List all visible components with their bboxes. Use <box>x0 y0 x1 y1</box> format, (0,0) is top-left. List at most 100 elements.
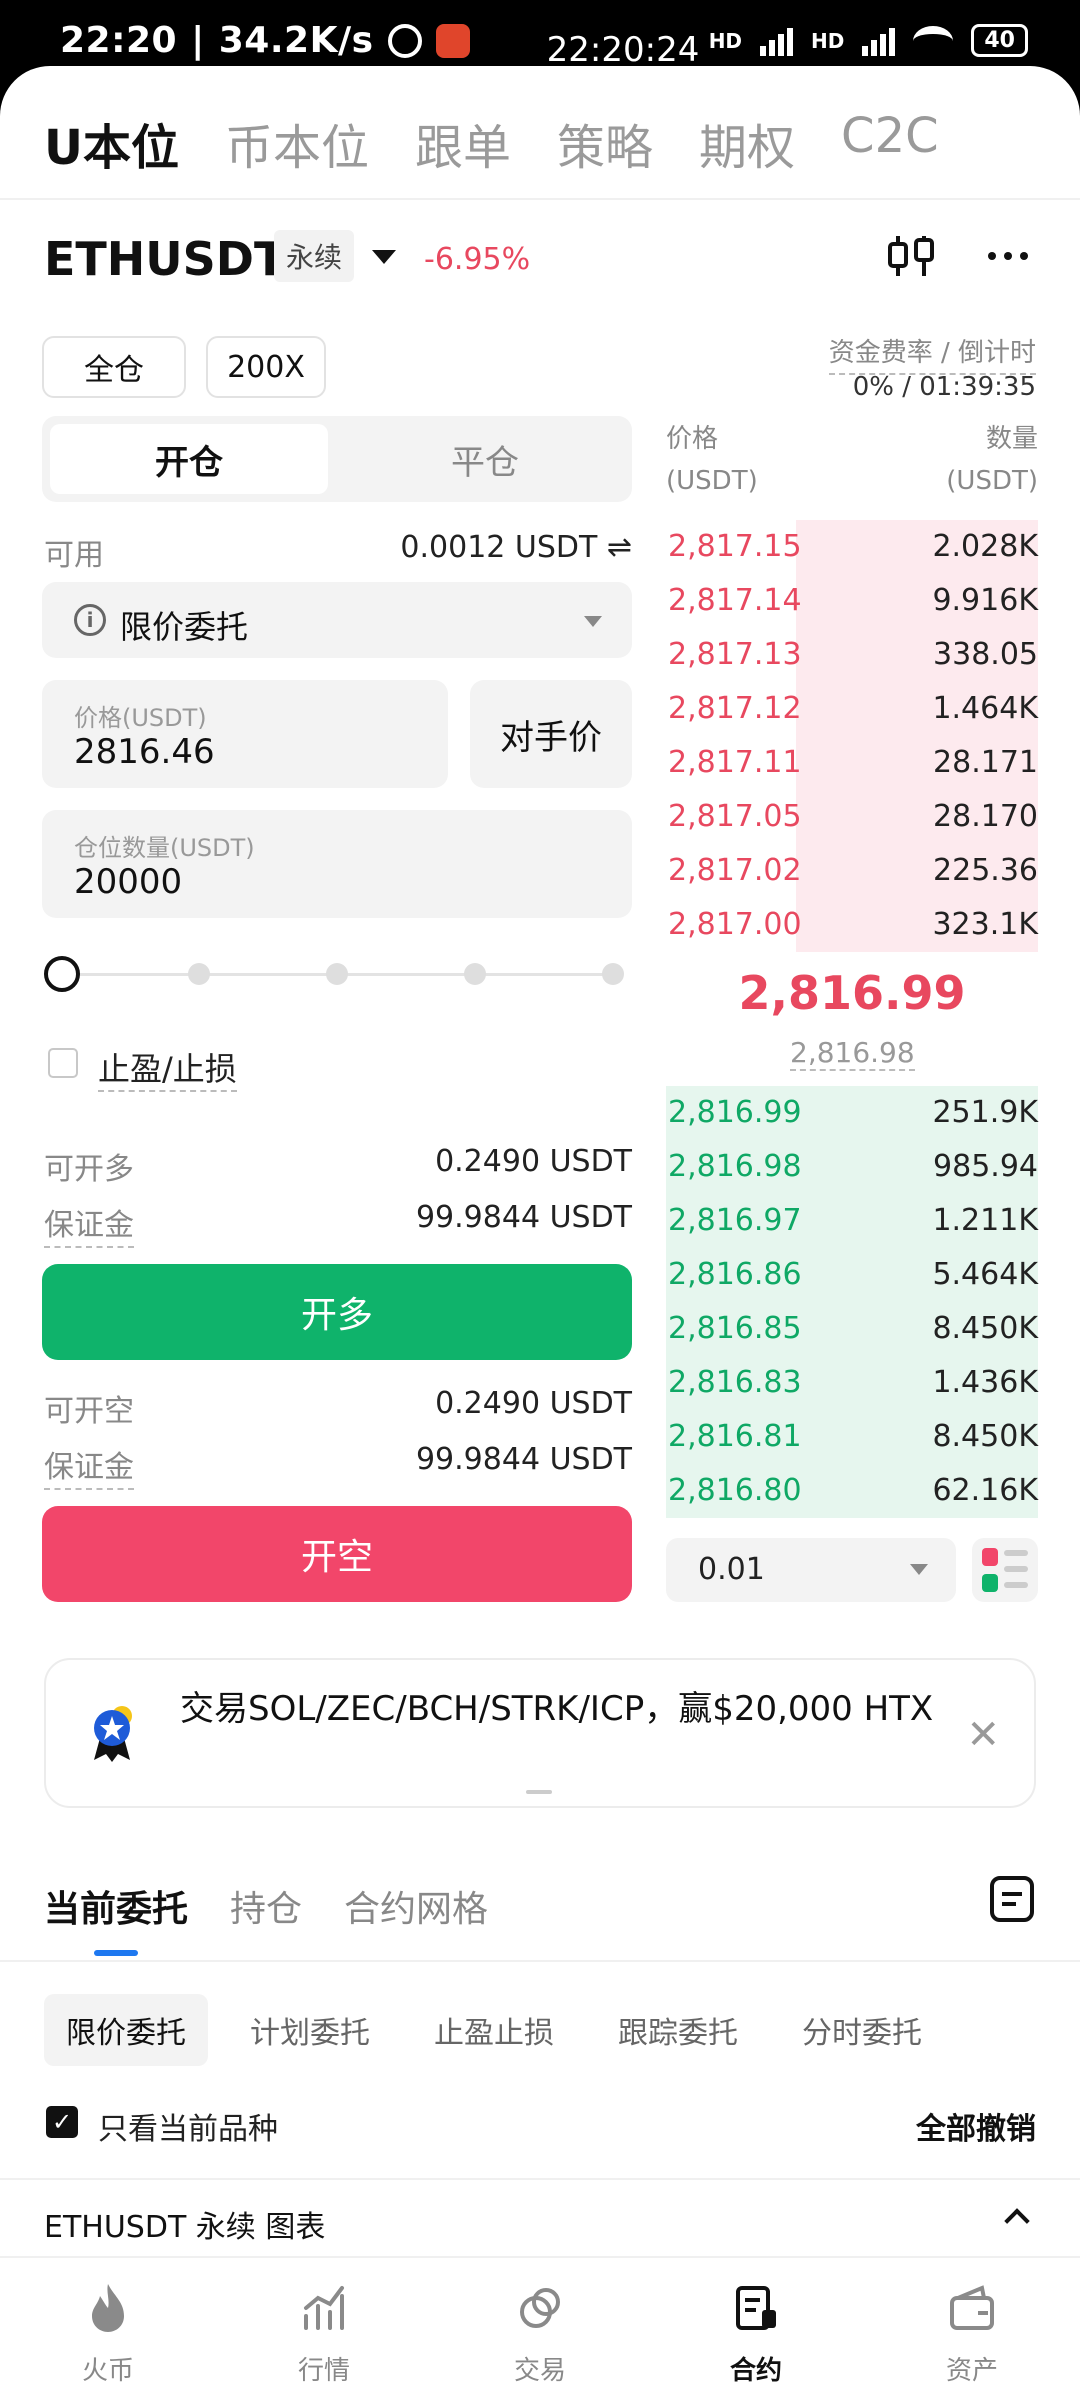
ask-row[interactable]: 2,817.15 2.028K <box>666 520 1038 574</box>
filter-plan-orders[interactable]: 计划委托 <box>228 1994 392 2066</box>
bid-price: 2,816.85 <box>668 1311 802 1346</box>
depth-step-select[interactable]: 0.01 <box>666 1538 956 1602</box>
top-tab-copy-trade[interactable]: 跟单 <box>415 108 511 178</box>
more-options-icon[interactable] <box>988 252 1028 260</box>
candlestick-chart-icon[interactable] <box>886 234 936 278</box>
network-hd-label: HD <box>708 28 743 53</box>
quantity-field-label: 仓位数量(USDT) <box>74 834 255 862</box>
filter-limit-orders[interactable]: 限价委托 <box>44 1994 208 2066</box>
filter-tpsl-orders[interactable]: 止盈止损 <box>412 1994 576 2066</box>
ask-row[interactable]: 2,817.13 338.05 <box>666 628 1038 682</box>
nav-trade[interactable]: 交易 <box>432 2258 648 2400</box>
bid-row[interactable]: 2,816.99 251.9K <box>666 1086 1038 1140</box>
orderbook-qty-unit: (USDT) <box>946 466 1038 496</box>
tab-current-orders[interactable]: 当前委托 <box>44 1880 188 1932</box>
slider-step-75[interactable] <box>464 963 486 985</box>
quantity-input[interactable] <box>74 862 434 902</box>
open-long-button[interactable]: 开多 <box>42 1264 632 1360</box>
price-field[interactable]: 价格(USDT) <box>42 680 448 788</box>
bid-row[interactable]: 2,816.81 8.450K <box>666 1410 1038 1464</box>
slider-step-50[interactable] <box>326 963 348 985</box>
only-current-label[interactable]: 只看当前品种 <box>98 2104 278 2148</box>
nav-assets[interactable]: 资产 <box>864 2258 1080 2400</box>
bid-row[interactable]: 2,816.86 5.464K <box>666 1248 1038 1302</box>
ask-row[interactable]: 2,817.00 323.1K <box>666 898 1038 952</box>
orderbook-price-unit: (USDT) <box>666 466 758 496</box>
bid-quantity: 985.94 <box>933 1149 1038 1184</box>
funding-rate-label[interactable]: 资金费率 / 倒计时 <box>828 332 1036 375</box>
bid-quantity: 251.9K <box>932 1095 1038 1130</box>
filter-twap-orders[interactable]: 分时委托 <box>780 1994 944 2066</box>
ask-row[interactable]: 2,817.14 9.916K <box>666 574 1038 628</box>
chevron-up-icon[interactable] <box>1004 2208 1030 2234</box>
promo-banner[interactable]: 交易SOL/ZEC/BCH/STRK/ICP，赢$20,000 HTX ✕ <box>44 1658 1036 1808</box>
ask-row[interactable]: 2,817.02 225.36 <box>666 844 1038 898</box>
counterparty-price-button[interactable]: 对手价 <box>470 680 632 788</box>
symbol-name[interactable]: ETHUSDT <box>44 232 285 286</box>
margin-mode-button[interactable]: 全仓 <box>42 336 186 398</box>
quantity-field[interactable]: 仓位数量(USDT) <box>42 810 632 918</box>
bid-row[interactable]: 2,816.97 1.211K <box>666 1194 1038 1248</box>
top-tab-strategy[interactable]: 策略 <box>557 108 653 178</box>
quantity-slider-handle[interactable] <box>44 956 80 992</box>
ask-price: 2,817.05 <box>668 799 802 834</box>
short-margin-label[interactable]: 保证金 <box>44 1442 134 1490</box>
nav-futures[interactable]: 合约 <box>648 2258 864 2400</box>
tpsl-checkbox[interactable] <box>48 1048 78 1078</box>
tab-open-position[interactable]: 开仓 <box>50 424 328 494</box>
tab-close-position[interactable]: 平仓 <box>346 424 624 494</box>
ask-price: 2,817.13 <box>668 637 802 672</box>
alarm-icon <box>387 23 422 58</box>
bid-row[interactable]: 2,816.83 1.436K <box>666 1356 1038 1410</box>
top-tab-coin-margin[interactable]: 币本位 <box>225 108 369 178</box>
long-margin-label[interactable]: 保证金 <box>44 1200 134 1248</box>
nav-markets[interactable]: 行情 <box>216 2258 432 2400</box>
top-tab-c2c[interactable]: C2C <box>841 108 939 178</box>
ask-quantity: 338.05 <box>933 637 1038 672</box>
tab-contract-grid[interactable]: 合约网格 <box>344 1880 488 1932</box>
tab-positions[interactable]: 持仓 <box>230 1880 302 1932</box>
ask-quantity: 28.171 <box>933 745 1038 780</box>
slider-step-100[interactable] <box>602 963 624 985</box>
bid-row[interactable]: 2,816.80 62.16K <box>666 1464 1038 1518</box>
open-short-button[interactable]: 开空 <box>42 1506 632 1602</box>
perpetual-tag: 永续 <box>274 230 355 282</box>
nav-home[interactable]: 火币 <box>0 2258 216 2400</box>
ask-row[interactable]: 2,817.05 28.170 <box>666 790 1038 844</box>
order-type-label: 限价委托 <box>120 608 249 646</box>
last-price: 2,816.99 <box>738 966 966 1020</box>
close-icon[interactable]: ✕ <box>966 1712 1000 1758</box>
top-tab-u-margin[interactable]: U本位 <box>44 108 179 178</box>
cancel-all-button[interactable]: 全部撤销 <box>916 2104 1036 2148</box>
filter-trailing-orders[interactable]: 跟踪委托 <box>596 1994 760 2066</box>
price-input[interactable] <box>74 732 434 772</box>
chart-section-label[interactable]: ETHUSDT 永续 图表 <box>44 2202 325 2246</box>
order-type-select[interactable]: i 限价委托 <box>42 582 632 658</box>
signal-icon-2 <box>862 26 896 56</box>
order-history-icon[interactable] <box>990 1876 1034 1922</box>
tpsl-label[interactable]: 止盈/止损 <box>98 1044 237 1092</box>
top-tab-options[interactable]: 期权 <box>699 108 795 178</box>
mark-price[interactable]: 2,816.98 <box>790 1036 915 1071</box>
bid-row[interactable]: 2,816.98 985.94 <box>666 1140 1038 1194</box>
slider-step-25[interactable] <box>188 963 210 985</box>
available-label: 可用 <box>44 538 104 573</box>
available-value[interactable]: 0.0012 USDT ⇌ <box>400 530 632 565</box>
leverage-button[interactable]: 200X <box>206 336 326 398</box>
top-nav: U本位 币本位 跟单 策略 期权 C2C <box>44 108 939 178</box>
symbol-dropdown-icon[interactable] <box>372 250 396 264</box>
can-long-label: 可开多 <box>44 1152 134 1187</box>
bid-row[interactable]: 2,816.85 8.450K <box>666 1302 1038 1356</box>
ask-price: 2,817.02 <box>668 853 802 888</box>
ask-row[interactable]: 2,817.12 1.464K <box>666 682 1038 736</box>
bid-quantity: 5.464K <box>932 1257 1038 1292</box>
depth-step-value: 0.01 <box>698 1552 765 1587</box>
divider <box>0 198 1080 200</box>
market-chart-icon <box>304 2286 344 2330</box>
short-margin-value: 99.9844 USDT <box>415 1442 632 1477</box>
ask-row[interactable]: 2,817.11 28.171 <box>666 736 1038 790</box>
only-current-checkbox[interactable]: ✓ <box>46 2106 78 2138</box>
orderbook-layout-icon[interactable] <box>972 1538 1038 1602</box>
info-icon[interactable]: i <box>74 604 106 636</box>
ask-quantity: 225.36 <box>933 853 1038 888</box>
